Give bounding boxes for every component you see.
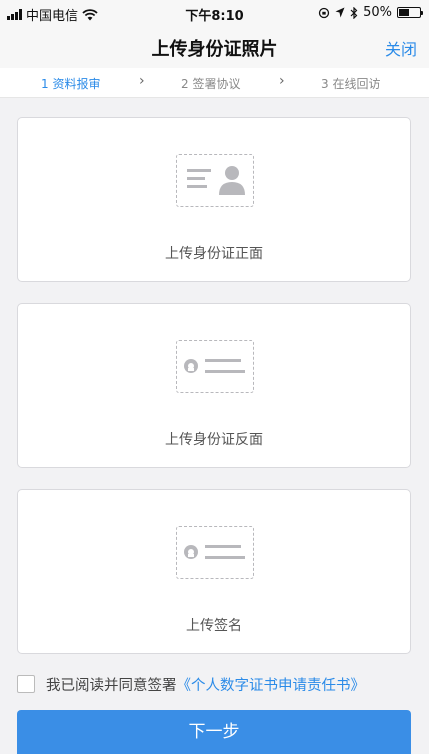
status-bar: 中国电信 下午8:10 50%	[0, 0, 429, 26]
status-right: 50%	[318, 5, 423, 20]
agreement-text: 我已阅读并同意签署	[46, 677, 177, 694]
agreement-checkbox[interactable]	[17, 675, 35, 693]
upload-signature-label: 上传签名	[186, 618, 242, 634]
orientation-lock-icon	[318, 7, 330, 18]
next-step-button[interactable]: 下一步	[17, 710, 411, 754]
upload-id-front-label: 上传身份证正面	[165, 246, 263, 262]
battery-icon	[397, 7, 423, 18]
page-title: 上传身份证照片	[151, 39, 278, 60]
upload-id-front-card[interactable]: 上传身份证正面	[17, 117, 411, 282]
upload-id-back-label: 上传身份证反面	[165, 432, 263, 448]
nav-bar: 上传身份证照片 关闭	[0, 26, 429, 68]
chevron-right-icon: ›	[139, 73, 145, 89]
id-card-front-icon	[176, 154, 254, 207]
location-icon	[335, 7, 345, 18]
id-card-back-icon	[176, 340, 254, 393]
agreement-row: 我已阅读并同意签署 《个人数字证书申请责任书》	[17, 674, 417, 694]
step-3: 3 在线回访	[321, 77, 381, 91]
step-1: 1 资料报审	[41, 77, 101, 91]
upload-signature-card[interactable]: 上传签名	[17, 489, 411, 654]
upload-id-back-card[interactable]: 上传身份证反面	[17, 303, 411, 468]
step-2: 2 签署协议	[181, 77, 241, 91]
bluetooth-icon	[350, 6, 358, 19]
agreement-link[interactable]: 《个人数字证书申请责任书》	[177, 674, 366, 695]
step-indicator: 1 资料报审 › 2 签署协议 › 3 在线回访	[0, 68, 429, 98]
signature-icon	[176, 526, 254, 579]
chevron-right-icon: ›	[279, 73, 285, 89]
close-button[interactable]: 关闭	[385, 36, 417, 60]
battery-percent: 50%	[363, 5, 392, 20]
